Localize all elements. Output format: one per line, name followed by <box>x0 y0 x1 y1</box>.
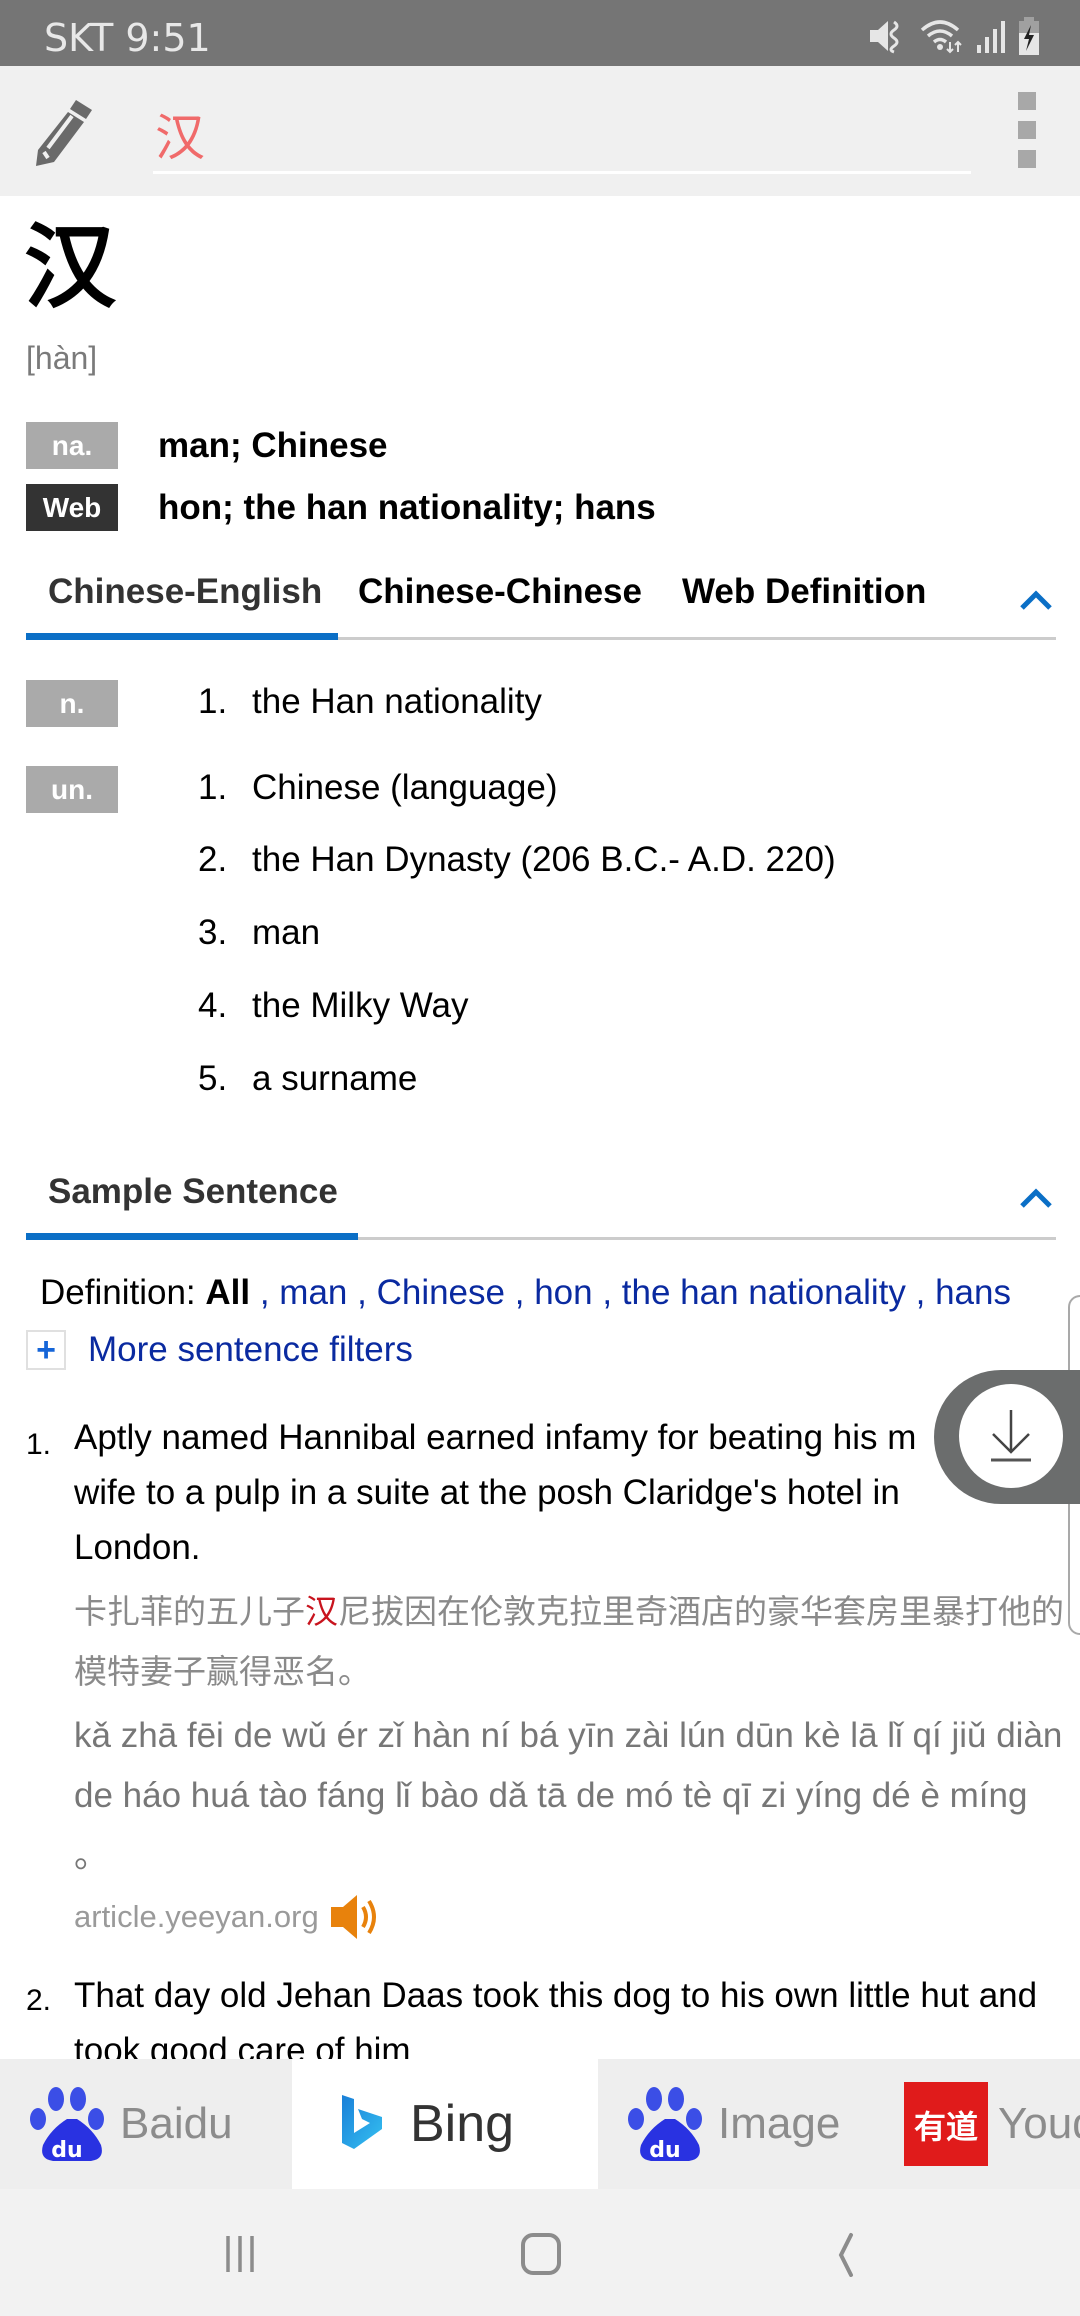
download-button[interactable] <box>934 1370 1080 1504</box>
summary-text: man; Chinese <box>158 425 388 465</box>
filter-hans[interactable]: hans <box>935 1273 1011 1312</box>
recent-apps-icon <box>226 2236 254 2272</box>
web-tag: Web <box>26 484 118 531</box>
filter-hon[interactable]: hon <box>534 1273 592 1312</box>
source-link[interactable]: article.yeeyan.org <box>74 1899 319 1935</box>
definition-item: 1. the Han nationality <box>198 682 542 721</box>
sentence-number: 1. <box>26 1428 52 1461</box>
speaker-icon[interactable] <box>329 1893 381 1941</box>
definition-item: 1. Chinese (language) <box>198 768 558 807</box>
engine-youdao[interactable]: 有道 Youdao <box>898 2059 1080 2189</box>
filter-chinese[interactable]: Chinese <box>377 1273 505 1312</box>
filter-all[interactable]: All <box>205 1273 250 1312</box>
summary-row: na. man; Chinese <box>26 422 388 469</box>
active-tab-indicator <box>26 633 338 640</box>
collapse-sample-sentence-button[interactable] <box>1016 1178 1056 1218</box>
search-input[interactable] <box>153 96 971 171</box>
more-filters-label[interactable]: More sentence filters <box>88 1330 413 1370</box>
chevron-up-icon <box>1020 1188 1052 1208</box>
mute-vibrate-icon <box>870 20 899 54</box>
home-icon <box>521 2233 561 2275</box>
back-button[interactable] <box>808 2224 878 2284</box>
signal-icon <box>977 21 1005 53</box>
sentence-pinyin: kǎ zhā fēi de wǔ ér zǐ hàn ní bá yīn zài… <box>74 1716 1063 1875</box>
engine-label: Baidu <box>120 2099 233 2148</box>
engine-label: Youdao <box>998 2099 1080 2148</box>
system-nav-bar <box>0 2189 1080 2316</box>
definition-filter: Definition: All , man , Chinese , hon , … <box>40 1273 1011 1312</box>
summary-row: Web hon; the han nationality; hans <box>26 484 656 531</box>
tab-chinese-english[interactable]: Chinese-English <box>48 572 322 612</box>
pos-tag: n. <box>26 680 118 727</box>
filter-label: Definition: <box>40 1273 196 1312</box>
sample-sentence-header: Sample Sentence <box>26 1160 1056 1240</box>
plus-icon: + <box>26 1330 66 1370</box>
app-bar <box>0 66 1080 196</box>
definition-tabs: Chinese-English Chinese-Chinese Web Defi… <box>26 560 1056 640</box>
collapse-definitions-button[interactable] <box>1016 580 1056 620</box>
baidu-paw-icon: du <box>30 2087 104 2163</box>
recent-apps-button[interactable] <box>205 2224 275 2284</box>
more-sentence-filters[interactable]: + More sentence filters <box>26 1330 413 1370</box>
definition-item: 4. the Milky Way <box>198 986 469 1025</box>
highlighted-term: 汉 <box>305 1592 338 1631</box>
chevron-up-icon <box>1020 590 1052 610</box>
filter-han-nationality[interactable]: the han nationality <box>622 1273 906 1312</box>
pencil-icon <box>36 100 92 166</box>
search-engine-bar: du Baidu Bing du Image 有道 You <box>0 2059 1080 2189</box>
sample-sentence-title[interactable]: Sample Sentence <box>48 1172 338 1212</box>
pos-tag: un. <box>26 766 118 813</box>
section-indicator <box>26 1233 358 1240</box>
definition-item: 2. the Han Dynasty (206 B.C.- A.D. 220) <box>198 840 836 879</box>
more-vertical-icon <box>1018 92 1036 110</box>
filter-man[interactable]: man <box>279 1273 347 1312</box>
home-button[interactable] <box>506 2224 576 2284</box>
svg-text:du: du <box>649 2138 680 2163</box>
sentence-chinese: 卡扎菲的五儿子汉尼拔因在伦敦克拉里奇酒店的豪华套房里暴打他的模特妻子赢得恶名。 <box>74 1592 1064 1691</box>
engine-label: Bing <box>410 2095 515 2153</box>
search-field[interactable] <box>153 96 971 174</box>
sentence-english: Aptly named Hannibal earned infamy for b… <box>74 1418 917 1567</box>
sentence-number: 2. <box>26 1984 52 2017</box>
headword: 汉 <box>24 214 117 321</box>
definition-item: 3. man <box>198 913 321 952</box>
battery-charging-icon <box>1019 17 1039 55</box>
svg-text:有道: 有道 <box>914 2108 978 2146</box>
status-icons <box>868 16 1040 56</box>
engine-image[interactable]: du Image <box>598 2059 898 2189</box>
sentence-source: article.yeeyan.org <box>74 1893 381 1941</box>
download-icon <box>991 1410 1031 1462</box>
definition-item: 5. a surname <box>198 1059 418 1098</box>
more-options-button[interactable] <box>1018 92 1042 168</box>
edit-button[interactable] <box>30 96 100 166</box>
baidu-paw-icon: du <box>628 2087 702 2163</box>
status-bar: SKT 9:51 <box>0 0 1080 66</box>
engine-label: Image <box>718 2099 841 2148</box>
pos-tag: na. <box>26 422 118 469</box>
tab-web-definition[interactable]: Web Definition <box>682 572 926 612</box>
back-icon <box>838 2233 853 2277</box>
bing-logo-icon <box>342 2095 382 2149</box>
summary-text: hon; the han nationality; hans <box>158 487 656 527</box>
svg-text:du: du <box>51 2138 82 2163</box>
pinyin: [hàn] <box>26 340 98 376</box>
wifi-icon <box>920 20 962 54</box>
status-carrier-time: SKT 9:51 <box>44 16 211 60</box>
youdao-logo-icon: 有道 <box>904 2082 988 2166</box>
tab-chinese-chinese[interactable]: Chinese-Chinese <box>358 572 642 612</box>
engine-baidu[interactable]: du Baidu <box>0 2059 292 2189</box>
engine-bing[interactable]: Bing <box>292 2059 598 2189</box>
